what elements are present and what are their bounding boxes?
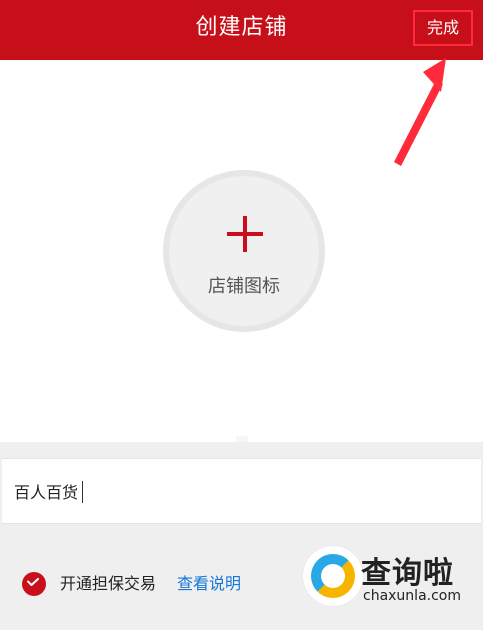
check-icon xyxy=(27,578,39,586)
watermark-domain: chaxunla.com xyxy=(363,588,461,604)
plus-icon xyxy=(227,216,263,252)
guarantee-checkbox[interactable] xyxy=(22,572,46,596)
shop-icon-label: 店铺图标 xyxy=(208,276,280,297)
shop-name-field[interactable] xyxy=(2,458,481,524)
watermark-logo-ring xyxy=(311,554,355,598)
text-caret xyxy=(82,481,83,503)
divider-notch xyxy=(236,436,248,442)
watermark-logo-icon xyxy=(303,546,363,606)
shop-icon-upload[interactable]: 店铺图标 xyxy=(163,170,325,332)
watermark-brand: 查询啦 xyxy=(361,556,454,591)
watermark: 查询啦 chaxunla.com xyxy=(303,540,479,620)
shop-name-input[interactable] xyxy=(14,459,454,523)
annotation-arrow-icon xyxy=(394,58,446,166)
done-button[interactable]: 完成 xyxy=(413,10,473,46)
guarantee-label: 开通担保交易 xyxy=(60,574,157,593)
guarantee-info-link[interactable]: 查看说明 xyxy=(177,570,241,594)
